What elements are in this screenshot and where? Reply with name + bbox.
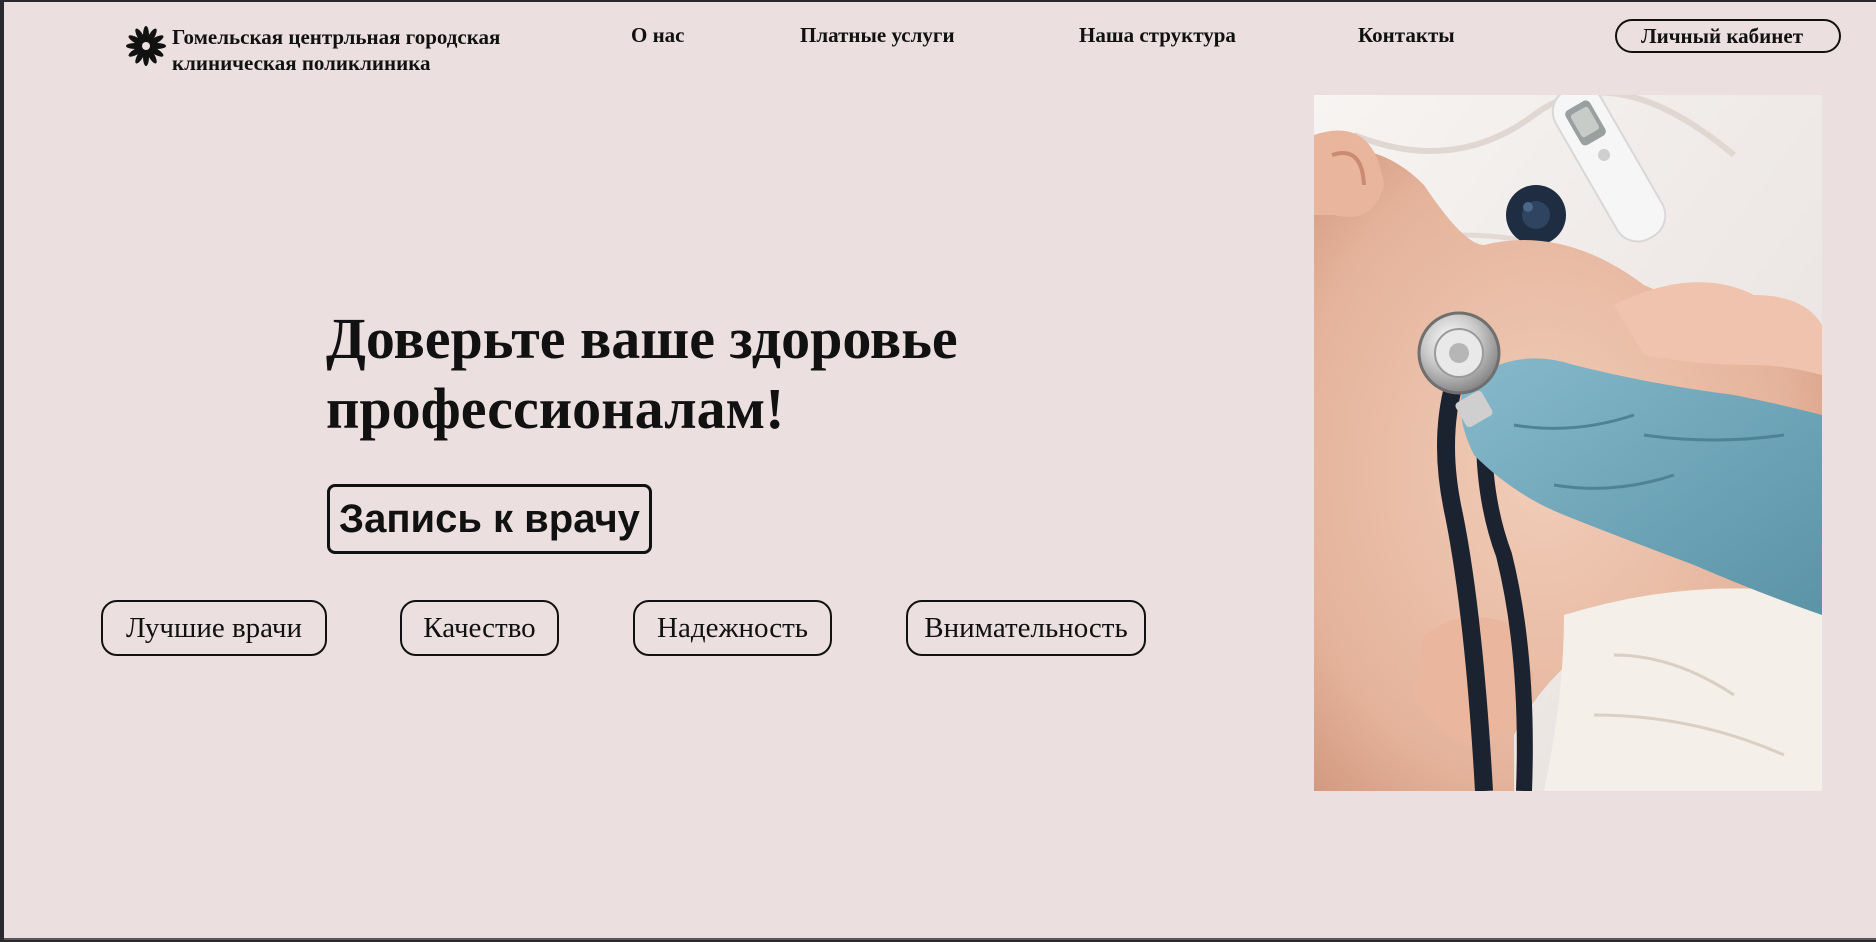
hero-photo: [1314, 95, 1822, 791]
appointment-button[interactable]: Запись к врачу: [327, 484, 652, 554]
nav-structure[interactable]: Наша структура: [1079, 22, 1236, 48]
logo-text: Гомельская центрльная городская клиничес…: [172, 25, 501, 75]
nav-contacts[interactable]: Контакты: [1358, 22, 1455, 48]
feature-attentiveness: Внимательность: [906, 600, 1146, 656]
nav-paid-services[interactable]: Платные услуги: [800, 22, 955, 48]
feature-quality: Качество: [400, 600, 559, 656]
account-button[interactable]: Личный кабинет: [1615, 19, 1841, 53]
nav-about[interactable]: О нас: [631, 22, 685, 48]
bottom-border: [4, 938, 1876, 940]
doctor-examining-baby-image: [1314, 95, 1822, 791]
hero-title: Доверьте ваше здоровье профессионалам!: [326, 306, 958, 441]
page: Гомельская центрльная городская клиничес…: [4, 2, 1876, 940]
feature-best-doctors: Лучшие врачи: [101, 600, 327, 656]
flower-icon: [126, 26, 166, 66]
logo[interactable]: Гомельская центрльная городская клиничес…: [124, 24, 572, 76]
feature-reliability: Надежность: [633, 600, 832, 656]
